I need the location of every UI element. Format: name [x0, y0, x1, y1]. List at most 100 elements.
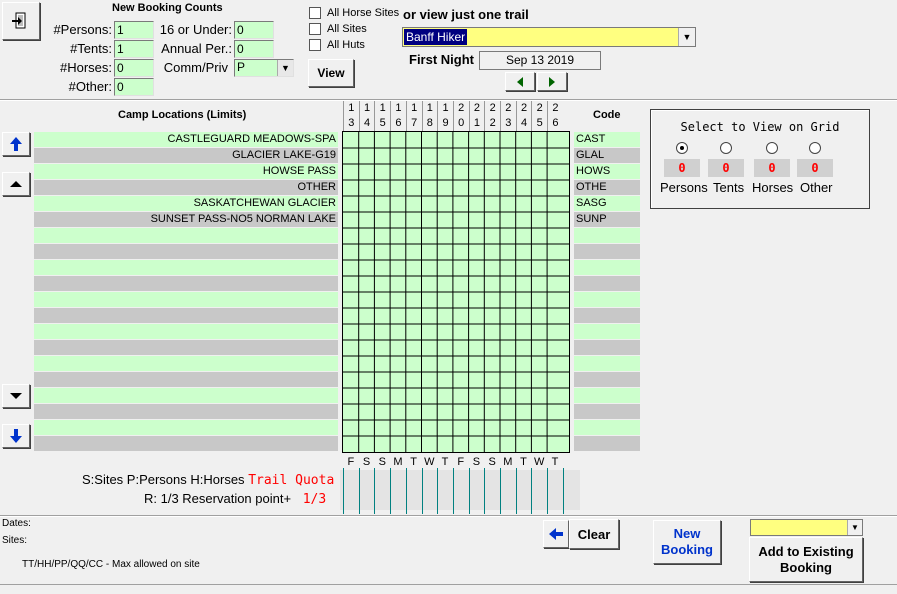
- day-column-header: 25: [531, 101, 547, 131]
- booking-grid[interactable]: [342, 131, 570, 453]
- tents-label: #Tents:: [70, 41, 112, 56]
- day-tens: 1: [379, 102, 386, 114]
- chevron-down-icon[interactable]: ▼: [678, 28, 695, 46]
- first-night-label: First Night: [409, 52, 474, 67]
- day-column-header: 16: [390, 101, 406, 131]
- clear-button[interactable]: Clear: [569, 519, 619, 549]
- view-option-label: Other: [800, 180, 833, 195]
- day-tens: 2: [552, 102, 559, 114]
- scroll-up-button[interactable]: [2, 172, 30, 196]
- quota-column-line: [468, 468, 470, 514]
- view-button[interactable]: View: [308, 59, 354, 87]
- annual-label: Annual Per.:: [161, 41, 232, 56]
- day-tens: 2: [458, 102, 465, 114]
- location-row[interactable]: [34, 372, 338, 387]
- tents-field[interactable]: 1: [114, 40, 154, 58]
- chevron-down-icon[interactable]: ▼: [277, 60, 293, 76]
- location-row[interactable]: [34, 260, 338, 275]
- day-column-header: 26: [547, 101, 563, 131]
- location-row[interactable]: [34, 436, 338, 451]
- all-huts-checkbox[interactable]: All Huts: [309, 39, 365, 51]
- code-cell: [574, 228, 640, 243]
- trail-select[interactable]: Banff Hiker ▼: [402, 27, 696, 47]
- horses-field[interactable]: 0: [114, 59, 154, 77]
- location-row[interactable]: [34, 308, 338, 323]
- checkbox-box: [309, 7, 321, 19]
- prev-date-button[interactable]: [505, 72, 535, 91]
- day-ones: 2: [489, 117, 496, 129]
- view-count: 0: [664, 159, 700, 177]
- location-row[interactable]: GLACIER LAKE-G19: [34, 148, 338, 163]
- day-tens: 1: [395, 102, 402, 114]
- location-row[interactable]: [34, 340, 338, 355]
- location-row[interactable]: [34, 228, 338, 243]
- day-ones: 9: [442, 117, 449, 129]
- location-row[interactable]: OTHER: [34, 180, 338, 195]
- triangle-down-icon: [10, 393, 22, 399]
- all-horse-sites-checkbox[interactable]: All Horse Sites: [309, 7, 399, 19]
- day-tens: 2: [520, 102, 528, 114]
- location-row[interactable]: [34, 276, 338, 291]
- existing-booking-select[interactable]: ▼: [750, 519, 863, 536]
- weekday-label: S: [488, 456, 496, 468]
- annual-field[interactable]: 0: [234, 40, 274, 58]
- view-persons-radio[interactable]: [676, 142, 688, 154]
- weekday-label: T: [410, 456, 417, 468]
- scroll-top-button[interactable]: [2, 132, 30, 156]
- day-tens: 2: [505, 102, 512, 114]
- quota-column-line: [484, 468, 486, 514]
- chevron-down-icon[interactable]: ▼: [847, 520, 862, 535]
- divider: [0, 516, 897, 517]
- view-other-radio[interactable]: [809, 142, 821, 154]
- code-cell: SASG: [574, 196, 640, 211]
- day-column-header: 17: [405, 101, 422, 131]
- view-option-label: Horses: [752, 180, 794, 195]
- location-row[interactable]: [34, 404, 338, 419]
- location-row[interactable]: [34, 388, 338, 403]
- location-row[interactable]: CASTLEGUARD MEADOWS-SPA: [34, 132, 338, 147]
- trail-quota-label: Trail Quota: [248, 473, 335, 488]
- code-cell: [574, 372, 640, 387]
- location-row[interactable]: HOWSE PASS: [34, 164, 338, 179]
- weekday-label: T: [551, 456, 559, 468]
- grid-lines: [343, 132, 569, 452]
- location-row[interactable]: [34, 292, 338, 307]
- new-booking-button[interactable]: New Booking: [653, 520, 721, 564]
- view-count: 0: [754, 159, 790, 177]
- code-cell: GLAL: [574, 148, 640, 163]
- all-sites-checkbox[interactable]: All Sites: [309, 23, 367, 35]
- location-row[interactable]: [34, 244, 338, 259]
- other-field[interactable]: 0: [114, 78, 154, 96]
- view-tents-radio[interactable]: [720, 142, 732, 154]
- view-horses-radio[interactable]: [766, 142, 778, 154]
- location-row[interactable]: SASKATCHEWAN GLACIER: [34, 196, 338, 211]
- scroll-bottom-button[interactable]: [2, 424, 30, 448]
- divider: [0, 584, 897, 585]
- quota-column-line: [531, 468, 533, 514]
- day-tens: 2: [473, 102, 480, 114]
- day-ones: 4: [363, 117, 371, 129]
- exit-button[interactable]: [2, 2, 40, 40]
- day-column-header: 18: [421, 101, 438, 131]
- comm-select[interactable]: P ▼: [234, 59, 294, 77]
- locations-header: Camp Locations (Limits): [118, 109, 247, 121]
- add-existing-button[interactable]: Add to Existing Booking: [749, 537, 863, 582]
- code-cell: [574, 340, 640, 355]
- next-date-button[interactable]: [537, 72, 567, 91]
- clear-back-button[interactable]: [543, 520, 569, 548]
- code-cell: CAST: [574, 132, 640, 147]
- day-ones: 3: [505, 117, 512, 129]
- code-cell: [574, 260, 640, 275]
- day-column-header: 20: [452, 101, 469, 131]
- view-option-label: Persons: [660, 180, 708, 195]
- quota-column-line: [390, 468, 392, 514]
- location-row[interactable]: SUNSET PASS-NO5 NORMAN LAKE: [34, 212, 338, 227]
- location-row[interactable]: [34, 356, 338, 371]
- location-row[interactable]: [34, 420, 338, 435]
- quota-column-line: [343, 468, 344, 514]
- persons-field[interactable]: 1: [114, 21, 154, 39]
- scroll-down-button[interactable]: [2, 384, 30, 408]
- under16-field[interactable]: 0: [234, 21, 274, 39]
- weekday-label: T: [441, 456, 449, 468]
- location-row[interactable]: [34, 324, 338, 339]
